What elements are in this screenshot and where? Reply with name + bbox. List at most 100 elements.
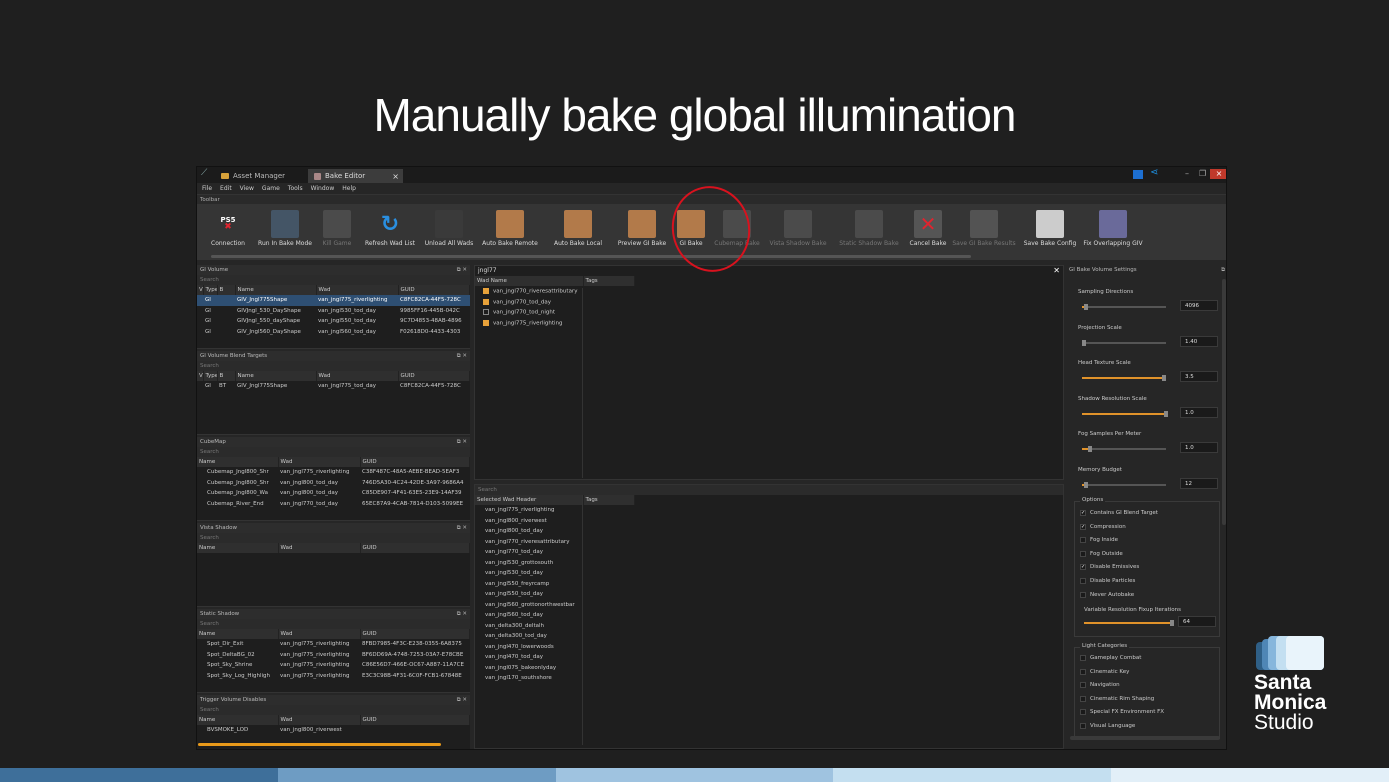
setting-slider[interactable] — [1081, 339, 1166, 346]
col-name[interactable]: Name — [197, 543, 279, 553]
selected-wad-row[interactable]: van_jngl770_tod_day — [475, 547, 635, 558]
table-row[interactable]: GI GIVJngl_530_DayShape van_jngl530_tod_da… — [197, 306, 470, 317]
setting-slider[interactable] — [1082, 304, 1166, 310]
checkbox[interactable] — [1080, 578, 1086, 584]
menu-edit[interactable]: Edit — [220, 185, 232, 192]
col-guid[interactable]: GUID — [398, 371, 470, 381]
setting-value-field[interactable]: 4096 — [1180, 300, 1218, 311]
selected-wad-row[interactable]: van_jngl800_tod_day — [475, 526, 635, 537]
restore-icon[interactable]: ❐ — [1199, 169, 1206, 179]
setting-value-field[interactable]: 12 — [1180, 477, 1218, 489]
variable-res-slider[interactable] — [1084, 620, 1175, 626]
col-wad[interactable]: Wad — [278, 629, 361, 639]
wad-checkbox[interactable] — [483, 288, 489, 294]
col-type[interactable]: Type — [203, 285, 218, 295]
selected-wad-row[interactable]: van_jngl550_tod_day — [475, 589, 635, 600]
col-guid[interactable]: GUID — [360, 543, 470, 553]
table-row[interactable]: GI GIV_Jngl775Shape van_jngl775_riverlight… — [197, 295, 470, 306]
col-guid[interactable]: GUID — [360, 629, 470, 639]
option-checkbox[interactable]: ✓ Disable Emissives — [1080, 564, 1139, 571]
col-wad[interactable]: Wad — [316, 285, 399, 295]
menu-window[interactable]: Window — [311, 185, 335, 192]
close-window-icon[interactable]: × — [1210, 169, 1226, 179]
col-name[interactable]: Name — [235, 285, 317, 295]
selected-wad-row[interactable]: van_jngl530_grottosouth — [475, 558, 635, 569]
checkbox[interactable]: ✓ — [1080, 564, 1086, 571]
refresh-wad-list-button[interactable]: ↻ Refresh Wad List — [357, 210, 423, 248]
selected-wad-row[interactable]: van_jngl560_grottonorthwestbar — [475, 600, 635, 611]
checkbox[interactable]: ✓ — [1080, 510, 1086, 516]
variable-res-value-field[interactable]: 64 — [1178, 616, 1216, 627]
menu-tools[interactable]: Tools — [288, 185, 303, 192]
table-row[interactable]: Spot_DeltaBG_02 van_jngl775_riverlighting… — [197, 650, 470, 661]
light-category-checkbox[interactable]: Special FX Environment FX — [1080, 709, 1164, 716]
clear-filter-icon[interactable]: ✕ — [1053, 266, 1060, 276]
setting-value-field[interactable]: 1.40 — [1180, 335, 1218, 347]
wad-row[interactable]: van_jngl770_tod_day — [475, 297, 635, 308]
selected-wad-row[interactable]: van_jngl775_riverlighting — [475, 505, 635, 516]
vista-shadow-bake-button[interactable]: Vista Shadow Bake — [765, 210, 831, 247]
panel-float-close-icon[interactable]: ⧉ ✕ — [457, 695, 467, 705]
wad-row[interactable]: van_jngl770_tod_night — [475, 307, 635, 318]
vista-shadow-search[interactable]: Search — [197, 533, 470, 543]
col-b[interactable]: B — [217, 285, 236, 295]
wad-row[interactable]: van_jngl770_riveresattributary — [475, 286, 635, 297]
chat-icon[interactable] — [1133, 170, 1143, 179]
auto-bake-local-button[interactable]: Auto Bake Local — [545, 210, 611, 247]
settings-hscrollbar[interactable] — [1070, 736, 1220, 740]
option-checkbox[interactable]: Fog Outside — [1080, 550, 1123, 557]
col-type[interactable]: Type — [203, 371, 218, 381]
col-wad[interactable]: Wad — [278, 715, 361, 725]
checkbox[interactable] — [1080, 537, 1086, 544]
col-guid[interactable]: GUID — [360, 715, 470, 725]
setting-value-field[interactable]: 1.0 — [1180, 406, 1218, 418]
table-row[interactable]: Cubemap_Jngl800_Wa van_jngl800_tod_day C85… — [197, 488, 470, 499]
table-row[interactable]: Spot_Dir_Exit van_jngl775_riverlighting 8F… — [197, 639, 470, 650]
minimize-icon[interactable]: – — [1185, 169, 1189, 179]
trigger-volume-search[interactable]: Search — [197, 705, 470, 715]
light-category-checkbox[interactable]: Visual Language — [1080, 723, 1135, 729]
unload-all-wads-button[interactable]: Unload All Wads — [423, 210, 475, 247]
cubemap-search[interactable]: Search — [197, 447, 470, 457]
table-row[interactable]: Cubemap_Jngl800_Shr van_jngl800_tod_day 74… — [197, 478, 470, 489]
share-icon[interactable]: ⋖ — [1150, 167, 1158, 178]
panel-float-close-icon[interactable]: ⧉ ✕ — [457, 523, 467, 533]
menu-game[interactable]: Game — [262, 185, 280, 192]
tab-bake-editor[interactable]: Bake Editor × — [308, 169, 403, 183]
checkbox[interactable] — [1080, 723, 1086, 729]
light-category-checkbox[interactable]: Gameplay Combat — [1080, 655, 1141, 661]
setting-slider[interactable] — [1082, 375, 1167, 381]
selected-wad-row[interactable]: van_jngl770_riveresattributary — [475, 537, 635, 548]
col-wad[interactable]: Wad — [278, 543, 361, 553]
selected-wad-row[interactable]: van_jngl560_tod_day — [475, 610, 635, 621]
selected-wad-row[interactable]: van_jngl075_bakeonlyday — [475, 663, 635, 674]
checkbox[interactable] — [1080, 695, 1086, 702]
selected-wad-row[interactable]: van_jngl470_lowerwoods — [475, 642, 635, 653]
checkbox[interactable] — [1080, 682, 1086, 689]
option-checkbox[interactable]: Never Autobake — [1080, 591, 1134, 598]
table-row[interactable]: GI GIV_Jngl560_DayShape van_jngl560_tod_da… — [197, 327, 470, 338]
connection-button[interactable]: PS5 ✖ Connection — [203, 210, 253, 248]
setting-value-field[interactable]: 1.0 — [1180, 442, 1218, 453]
table-row[interactable]: GI GIVJngl_550_dayShape van_jngl550_tod_da… — [197, 316, 470, 327]
selected-wad-row[interactable]: van_delta300_tod_day — [475, 631, 635, 642]
save-gi-bake-results-button[interactable]: Save GI Bake Results — [949, 210, 1019, 247]
panel-float-close-icon[interactable]: ⧉ ✕ — [457, 609, 467, 619]
wad-checkbox[interactable] — [483, 298, 489, 305]
checkbox[interactable] — [1080, 591, 1086, 598]
gi-blend-search[interactable]: Search — [197, 361, 470, 371]
table-row[interactable]: Cubemap_Jngl800_Shr van_jngl775_riverligh… — [197, 467, 470, 478]
col-name[interactable]: Name — [197, 629, 279, 639]
col-b[interactable]: B — [217, 371, 236, 381]
run-in-bake-mode-button[interactable]: Run In Bake Mode — [253, 210, 317, 247]
table-row[interactable]: Spot_Sky_Shrine van_jngl775_riverlighting… — [197, 660, 470, 671]
checkbox[interactable] — [1080, 709, 1086, 716]
kill-game-button[interactable]: Kill Game — [317, 210, 357, 247]
menu-help[interactable]: Help — [342, 185, 356, 192]
col-guid[interactable]: GUID — [398, 285, 470, 295]
checkbox[interactable] — [1080, 668, 1086, 675]
col-wad[interactable]: Wad — [316, 371, 399, 381]
wad-checkbox[interactable] — [483, 309, 489, 315]
table-row[interactable]: GI BT GIV_Jngl775Shape van_jngl775_tod_day C… — [197, 381, 470, 392]
toolbar-scrollbar[interactable] — [211, 255, 971, 258]
